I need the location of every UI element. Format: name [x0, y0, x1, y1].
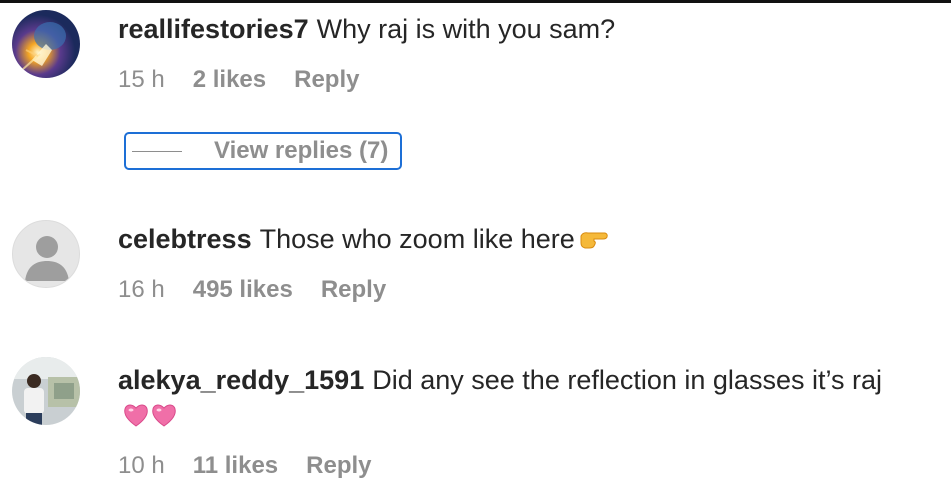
comment-meta: 16 h 495 likes Reply: [118, 276, 386, 304]
likes-count[interactable]: 11 likes: [193, 452, 278, 480]
comment-time: 10 h: [118, 452, 165, 479]
comment-text: reallifestories7 Why raj is with you sam?: [118, 10, 933, 48]
view-replies-divider: [132, 150, 182, 152]
comment-username[interactable]: reallifestories7: [118, 14, 309, 44]
comment-text: alekya_reddy_1591 Did any see the reflect…: [118, 361, 933, 439]
reply-button[interactable]: Reply: [294, 66, 359, 94]
likes-count[interactable]: 2 likes: [193, 66, 266, 94]
comment-body: Those who zoom like here: [259, 224, 575, 254]
avatar[interactable]: [12, 10, 80, 78]
avatar[interactable]: [12, 357, 80, 425]
two-hearts-icon: [122, 401, 178, 439]
person-photo-avatar-icon: [12, 357, 80, 425]
view-replies-label: View replies (7): [214, 137, 389, 164]
comment-body: Why raj is with you sam?: [316, 14, 616, 44]
likes-count[interactable]: 495 likes: [193, 276, 293, 304]
comment-time: 16 h: [118, 276, 165, 303]
comment-meta: 15 h 2 likes Reply: [118, 66, 359, 94]
reply-button[interactable]: Reply: [321, 276, 386, 304]
comment-time: 15 h: [118, 66, 165, 93]
comment-text: celebtress Those who zoom like here: [118, 220, 933, 260]
comment-username[interactable]: alekya_reddy_1591: [118, 365, 364, 395]
reply-button[interactable]: Reply: [306, 452, 371, 480]
backhand-index-pointing-right-icon: [579, 222, 609, 260]
lightbulb-photo-avatar-icon: [12, 10, 80, 78]
comment-meta: 10 h 11 likes Reply: [118, 452, 372, 480]
comment-body: Did any see the reflection in glasses it…: [372, 365, 882, 395]
comment-username[interactable]: celebtress: [118, 224, 252, 254]
default-user-avatar-icon: [25, 236, 69, 281]
view-replies-button[interactable]: View replies (7): [124, 132, 402, 170]
top-edge-bar: [0, 0, 951, 3]
avatar[interactable]: [12, 220, 80, 288]
